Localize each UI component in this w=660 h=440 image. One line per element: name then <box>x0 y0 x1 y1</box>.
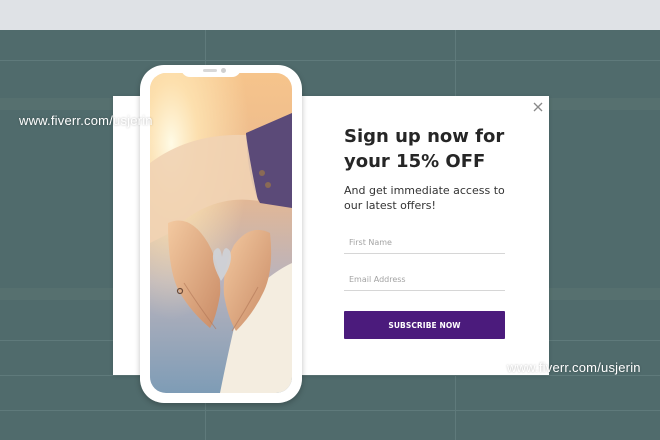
subscribe-button[interactable]: SUBSCRIBE NOW <box>344 311 505 339</box>
phone-mockup <box>140 65 302 403</box>
backdrop-line <box>0 410 660 411</box>
top-bar <box>0 0 660 30</box>
popup-headline: Sign up now for your 15% OFF <box>344 126 505 172</box>
watermark-text: www.fiverr.com/usjerin <box>19 113 153 128</box>
backdrop-line <box>0 375 660 376</box>
heart-hands-image <box>150 73 292 393</box>
phone-notch <box>181 65 241 77</box>
phone-camera <box>221 68 226 73</box>
popup-subtext: And get immediate access to our latest o… <box>344 184 505 212</box>
close-icon[interactable] <box>531 100 545 114</box>
email-field[interactable] <box>344 269 505 291</box>
first-name-field[interactable] <box>344 232 505 254</box>
watermark-text: www.fiverr.com/usjerin <box>507 360 641 375</box>
backdrop-line <box>0 60 660 61</box>
phone-speaker <box>203 69 217 72</box>
